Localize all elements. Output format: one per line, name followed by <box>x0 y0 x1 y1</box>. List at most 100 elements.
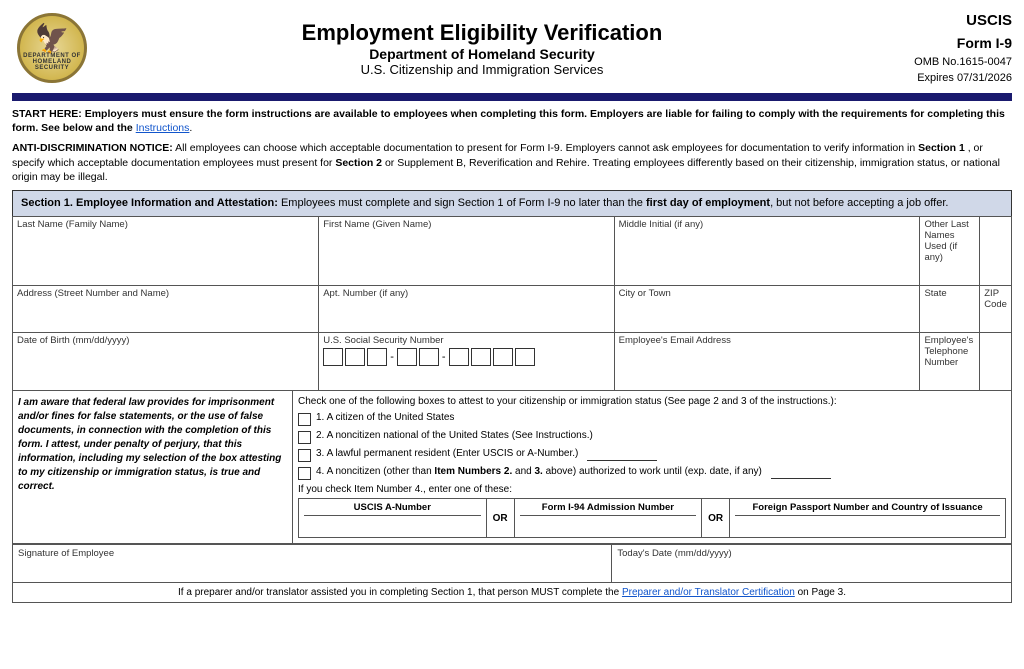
middle-initial-input[interactable] <box>619 232 916 250</box>
dob-input[interactable] <box>17 348 314 366</box>
first-name-label: First Name (Given Name) <box>323 219 609 230</box>
city-input[interactable] <box>619 301 916 319</box>
attestation-right: Check one of the following boxes to atte… <box>293 391 1011 543</box>
attestation-intro: Check one of the following boxes to atte… <box>298 396 1006 407</box>
start-here-notice: START HERE: Employers must ensure the fo… <box>12 107 1012 136</box>
ssn-boxes: - - <box>323 348 609 366</box>
form-table: Last Name (Family Name) First Name (Give… <box>12 216 1012 391</box>
zip-cell: ZIP Code <box>980 286 1012 333</box>
ssn-box-1[interactable] <box>323 348 343 366</box>
foreign-passport-input[interactable] <box>735 518 1000 534</box>
a-number-field[interactable] <box>587 448 657 461</box>
address-label: Address (Street Number and Name) <box>17 288 314 299</box>
date-cell: Today's Date (mm/dd/yyyy) <box>612 545 1012 583</box>
attestation-row: I am aware that federal law provides for… <box>12 391 1012 544</box>
ssn-sep-2: - <box>441 348 447 366</box>
instructions-link[interactable]: Instructions <box>136 122 190 134</box>
uscis-seal: 🦅 DEPARTMENT OFHOMELANDSECURITY <box>17 13 87 83</box>
state-label: State <box>924 288 975 299</box>
first-name-input[interactable] <box>323 232 609 250</box>
apt-cell: Apt. Number (if any) <box>319 286 614 333</box>
logo: 🦅 DEPARTMENT OFHOMELANDSECURITY <box>12 13 92 83</box>
other-names-label: Other Last Names Used (if any) <box>924 219 975 263</box>
last-name-label: Last Name (Family Name) <box>17 219 314 230</box>
phone-input[interactable] <box>924 370 975 388</box>
sig-row: Signature of Employee Today's Date (mm/d… <box>13 545 1012 583</box>
option-2-text: 2. A noncitizen national of the United S… <box>316 430 593 441</box>
header-center: Employment Eligibility Verification Depa… <box>92 20 872 77</box>
thick-bar-top <box>12 93 1012 101</box>
section1-header: Section 1. Employee Information and Atte… <box>12 190 1012 216</box>
i94-label: Form I-94 Admission Number <box>520 502 697 516</box>
anti-disc-notice: ANTI-DISCRIMINATION NOTICE: All employee… <box>12 141 1012 185</box>
section1-title: Section 1. Employee Information and Atte… <box>21 197 278 209</box>
header-right: USCIS Form I-9 OMB No.1615-0047 Expires … <box>872 10 1012 87</box>
header: 🦅 DEPARTMENT OFHOMELANDSECURITY Employme… <box>12 10 1012 87</box>
ssn-box-3[interactable] <box>367 348 387 366</box>
preparer-cert-link[interactable]: Preparer and/or Translator Certification <box>622 587 795 598</box>
foreign-passport-label: Foreign Passport Number and Country of I… <box>735 502 1000 516</box>
other-names-cell: Other Last Names Used (if any) <box>920 217 980 286</box>
name-row: Last Name (Family Name) First Name (Give… <box>13 217 1012 286</box>
middle-initial-cell: Middle Initial (if any) <box>614 217 920 286</box>
i94-input[interactable] <box>520 518 697 534</box>
option-1-text: 1. A citizen of the United States <box>316 412 454 423</box>
zip-input[interactable] <box>984 312 1007 330</box>
city-cell: City or Town <box>614 286 920 333</box>
dob-label: Date of Birth (mm/dd/yyyy) <box>17 335 314 346</box>
ssn-box-5[interactable] <box>419 348 439 366</box>
email-input[interactable] <box>619 348 916 366</box>
section1-header-end: , but not before accepting a job offer. <box>770 197 948 209</box>
checkbox-4[interactable] <box>298 467 311 480</box>
city-label: City or Town <box>619 288 916 299</box>
ssn-box-8[interactable] <box>493 348 513 366</box>
ssn-box-6[interactable] <box>449 348 469 366</box>
state-input[interactable] <box>924 301 975 319</box>
checkbox-row-3: 3. A lawful permanent resident (Enter US… <box>298 448 1006 462</box>
first-name-cell: First Name (Given Name) <box>319 217 614 286</box>
sig-cell: Signature of Employee <box>13 545 612 583</box>
foreign-passport-cell: Foreign Passport Number and Country of I… <box>730 499 1005 537</box>
other-names-input[interactable] <box>924 265 975 283</box>
ssn-box-2[interactable] <box>345 348 365 366</box>
last-name-input[interactable] <box>17 232 314 250</box>
ssn-box-9[interactable] <box>515 348 535 366</box>
ssn-cell: U.S. Social Security Number - - <box>319 333 614 391</box>
phone-label: Employee's Telephone Number <box>924 335 975 368</box>
checkbox-2[interactable] <box>298 431 311 444</box>
checkbox-3[interactable] <box>298 449 311 462</box>
uscis-label: USCIS <box>872 10 1012 33</box>
dob-cell: Date of Birth (mm/dd/yyyy) <box>13 333 319 391</box>
checkbox-row-2: 2. A noncitizen national of the United S… <box>298 430 1006 444</box>
email-label: Employee's Email Address <box>619 335 916 346</box>
email-cell: Employee's Email Address <box>614 333 920 391</box>
phone-cell: Employee's Telephone Number <box>920 333 980 391</box>
main-title: Employment Eligibility Verification <box>92 20 872 46</box>
uscis-a-input[interactable] <box>304 518 481 534</box>
item4-label-text: If you check Item Number 4., enter one o… <box>298 484 512 495</box>
page: 🦅 DEPARTMENT OFHOMELANDSECURITY Employme… <box>0 0 1024 613</box>
option-3-text: 3. A lawful permanent resident (Enter US… <box>316 448 578 459</box>
ssn-box-4[interactable] <box>397 348 417 366</box>
uscis-a-cell: USCIS A-Number <box>299 499 487 537</box>
checkbox-row-1: 1. A citizen of the United States <box>298 412 1006 426</box>
section1-header-body: Employees must complete and sign Section… <box>278 197 646 209</box>
signature-table: Signature of Employee Today's Date (mm/d… <box>12 544 1012 583</box>
checkbox-1[interactable] <box>298 413 311 426</box>
form-name: Form I-9 <box>872 33 1012 54</box>
apt-input[interactable] <box>323 301 609 319</box>
sig-input[interactable] <box>18 561 606 579</box>
expiry: Expires 07/31/2026 <box>872 70 1012 87</box>
ssn-label: U.S. Social Security Number <box>323 335 609 346</box>
omb-number: OMB No.1615-0047 <box>872 54 1012 71</box>
exp-date-field[interactable] <box>771 466 831 479</box>
footer-text: If a preparer and/or translator assisted… <box>178 587 622 598</box>
date-label: Today's Date (mm/dd/yyyy) <box>617 548 1006 559</box>
address-input[interactable] <box>17 301 314 319</box>
ssn-box-7[interactable] <box>471 348 491 366</box>
anti-disc-label: ANTI-DISCRIMINATION NOTICE: <box>12 142 173 154</box>
uscis-a-label: USCIS A-Number <box>304 502 481 516</box>
item4-fields-row: USCIS A-Number OR Form I-94 Admission Nu… <box>298 498 1006 538</box>
date-input[interactable] <box>617 561 1006 579</box>
ssn-sep-1: - <box>389 348 395 366</box>
